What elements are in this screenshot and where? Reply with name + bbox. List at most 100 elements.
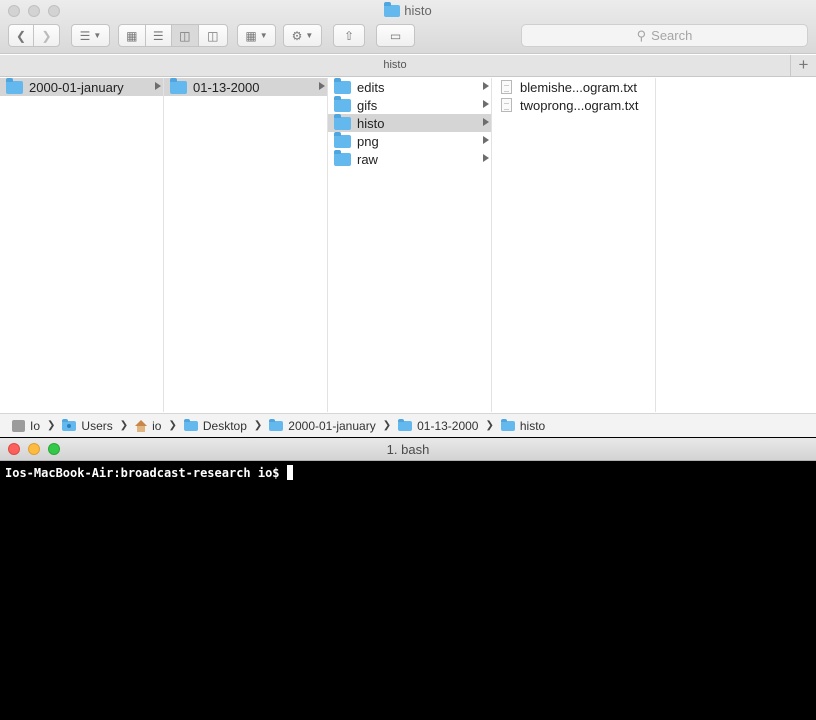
new-tab-button[interactable]: + (790, 55, 816, 77)
finder-titlebar: histo ❮ ❯ ☰ ▼ ▦ ☰ ◫ ◫ ▦ ▼ ⚙ ▼ ⇧ ▭ ⚲ Sear… (0, 0, 816, 54)
column-view-button[interactable]: ◫ (172, 25, 199, 46)
path-crumb-01-13-2000[interactable]: 01-13-2000 (398, 418, 479, 433)
crumb-label: Io (30, 418, 41, 433)
folder-icon (269, 418, 284, 431)
folder-icon (334, 95, 351, 112)
crumb-label: Users (81, 418, 113, 433)
terminal-title: 1. bash (386, 442, 430, 457)
disk-icon (12, 419, 25, 432)
path-crumb-home[interactable]: io (135, 419, 161, 433)
path-separator: ❯ (47, 420, 56, 431)
list-item-folder[interactable]: gifs (328, 95, 491, 114)
columns-icon: ◫ (179, 28, 191, 43)
item-label: raw (357, 151, 378, 167)
crumb-label: 01-13-2000 (417, 418, 479, 433)
view-mode-segmented: ▦ ☰ ◫ ◫ (118, 24, 228, 47)
users-folder-icon (62, 418, 77, 431)
column-2[interactable]: 01-13-2000 (164, 77, 328, 412)
arrange-button[interactable]: ☰ ▼ (71, 24, 110, 47)
icon-view-button[interactable]: ▦ (119, 25, 146, 46)
chevron-down-icon: ▼ (93, 31, 102, 40)
list-item-file[interactable]: twoprong...ogram.txt (492, 96, 655, 114)
path-crumb-histo[interactable]: histo (500, 418, 545, 433)
home-icon (135, 419, 148, 432)
path-separator: ❯ (119, 420, 129, 431)
path-crumb-volume[interactable]: Io (12, 419, 40, 433)
item-label: png (357, 133, 379, 149)
path-bar: Io ❯ Users ❯ io ❯ Desktop ❯ 2000-01-janu… (0, 413, 816, 437)
back-button[interactable]: ❮ (9, 25, 35, 46)
text-file-icon (501, 80, 512, 94)
search-icon: ⚲ (636, 27, 647, 43)
list-item-folder[interactable]: png (328, 131, 491, 150)
item-label: gifs (357, 97, 378, 113)
tags-button[interactable]: ▭ (376, 24, 415, 47)
folder-icon (334, 149, 351, 166)
folder-icon (398, 418, 413, 431)
list-icon: ☰ (152, 28, 164, 43)
disclosure-arrow-icon (483, 82, 489, 90)
grid-icon: ▦ (126, 28, 138, 43)
chevron-down-icon: ▼ (305, 31, 314, 40)
path-separator: ❯ (485, 420, 494, 431)
crumb-label: Desktop (202, 418, 247, 433)
gallery-view-button[interactable]: ◫ (199, 25, 227, 46)
path-separator: ❯ (253, 420, 263, 431)
list-item-file[interactable]: blemishe...ogram.txt (492, 78, 655, 96)
list-item-folder[interactable]: histo (328, 113, 491, 132)
path-crumb-users[interactable]: Users (62, 418, 113, 433)
path-crumb-desktop[interactable]: Desktop (183, 418, 247, 433)
disclosure-arrow-icon (483, 100, 489, 108)
crumb-label: 2000-01-january (288, 418, 376, 433)
folder-icon (384, 2, 401, 17)
arrange-icon: ☰ (79, 28, 91, 43)
list-item-folder[interactable]: raw (328, 149, 491, 168)
terminal-body[interactable]: Ios-MacBook-Air:broadcast-research io$ (0, 461, 816, 484)
path-separator: ❯ (168, 420, 177, 431)
list-item-folder[interactable]: 2000-01-january (0, 77, 163, 96)
action-button[interactable]: ⚙ ▼ (283, 24, 322, 47)
folder-icon (500, 418, 515, 431)
gallery-icon: ◫ (207, 28, 219, 43)
text-cursor (286, 465, 293, 480)
group-icon: ▦ (245, 28, 257, 43)
column-4[interactable]: blemishe...ogram.txt twoprong...ogram.tx… (492, 78, 656, 412)
disclosure-arrow-icon (155, 82, 161, 90)
column-5-preview (656, 78, 816, 412)
terminal-window[interactable]: 1. bash Ios-MacBook-Air:broadcast-resear… (0, 438, 816, 720)
forward-button[interactable]: ❯ (34, 25, 59, 46)
share-icon: ⇧ (343, 28, 355, 43)
list-view-button[interactable]: ☰ (146, 25, 173, 46)
folder-icon (183, 418, 198, 431)
path-separator: ❯ (382, 420, 392, 431)
folder-icon (6, 77, 23, 94)
item-label: 01-13-2000 (193, 79, 260, 95)
disclosure-arrow-icon (483, 136, 489, 144)
gear-icon: ⚙ (291, 28, 303, 43)
shell-prompt: Ios-MacBook-Air:broadcast-research io$ (5, 465, 280, 480)
group-button[interactable]: ▦ ▼ (237, 24, 276, 47)
tab-histo[interactable]: histo (0, 59, 790, 71)
list-item-folder[interactable]: 01-13-2000 (164, 77, 327, 96)
column-3[interactable]: edits gifs histo png raw (328, 77, 492, 412)
crumb-label: io (152, 418, 162, 433)
disclosure-arrow-icon (319, 82, 325, 90)
terminal-titlebar: 1. bash (0, 438, 816, 461)
text-file-icon (501, 98, 512, 112)
disclosure-arrow-icon (483, 118, 489, 126)
nav-buttons: ❮ ❯ (8, 24, 60, 47)
list-item-folder[interactable]: edits (328, 77, 491, 96)
item-label: blemishe...ogram.txt (520, 79, 638, 95)
search-placeholder: Search (651, 28, 693, 43)
folder-icon (334, 77, 351, 94)
item-label: twoprong...ogram.txt (520, 97, 639, 113)
item-label: 2000-01-january (29, 79, 124, 95)
path-crumb-2000-01-january[interactable]: 2000-01-january (269, 418, 376, 433)
chevron-left-icon: ❮ (15, 28, 27, 43)
search-field[interactable]: ⚲ Search (521, 24, 808, 47)
column-1[interactable]: 2000-01-january (0, 77, 164, 412)
item-label: histo (357, 115, 385, 131)
window-title-text: histo (404, 3, 432, 18)
share-button[interactable]: ⇧ (333, 24, 365, 47)
column-browser: 2000-01-january 01-13-2000 edits gifs hi… (0, 77, 816, 412)
